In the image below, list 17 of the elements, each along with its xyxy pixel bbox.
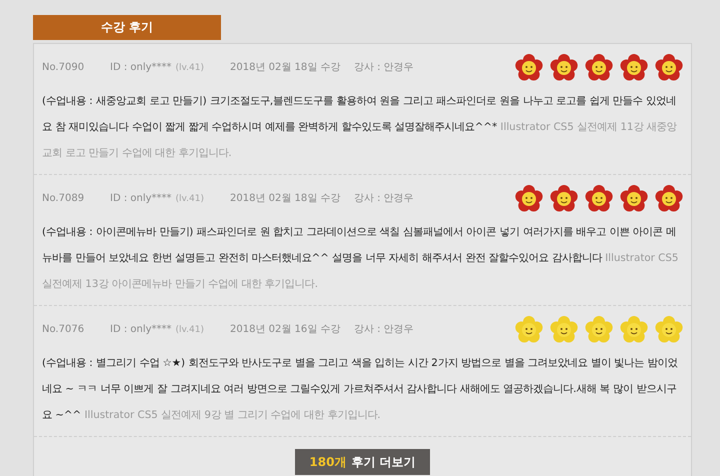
- user-id: ID : only**** (lv.41): [110, 324, 205, 334]
- instructor-name: 강사 : 안경우: [354, 61, 415, 74]
- review-text: (수업내용 : 아이콘메뉴바 만들기) 패스파인더로 원 합치고 그라데이션으로 색칠 심볼패널에서 아이콘 넣기 여러가지를 배우고 이쁜 아이콘 메뉴바를 만들어 보았네요 한번 설명듣고 완전히 마스터했네요^^ 설명을 너무 자세히 해주셔서 완전 잘할수있어요 감사합니다 Illustrator CS5 실전예제 13강 아이콘메뉴바 만들기 수업에 대한 후기입니다.: [42, 225, 680, 292]
- review-text: (수업내용 : 새중앙교회 로고 만들기) 크기조절도구,블렌드도구를 활용하여 원을 그리고 패스파인더로 원을 나누고 로고를 쉽게 만들수 있었네요 참 재미있습니다 수업이 짧게 짧게 수업하시며 예제를 완벽하게 할수있도록 설명잘해주시네요^^* Illustrator CS5 실전예제 11강 새중앙교회 로고 만들기 수업에 대한 후기입니다.: [42, 94, 678, 161]
- review-text: (수업내용 : 별그리기 수업 ☆★) 회전도구와 반사도구로 별을 그리고 색을 입히는 시간 2가지 방법으로 별을 그려보았네요 별이 빛나는 밤이었네요 ~ ㅋㅋ 너무 이쁘게 잘 그려지네요 여러 방면으로 그릴수있게 가르쳐주셔서 감사합니다 새해에도 열공하겠습니다.새해 복 많이 받으시구요 ~^^ Illustrator CS5 실전예제 9강 별 그리기 수업에 대한 후기입니다.: [42, 356, 678, 423]
- user-id: ID : only**** (lv.41): [110, 62, 205, 72]
- review-number: No.7090: [42, 62, 86, 72]
- instructor-name: 강사 : 안경우: [354, 192, 415, 205]
- user-id: ID : only**** (lv.41): [110, 192, 205, 204]
- course-date: 2018년 02월 16일 수강: [230, 323, 342, 336]
- section-tab[interactable]: 수강 후기: [33, 15, 221, 40]
- course-date: 2018년 02월 18일 수강: [230, 192, 342, 205]
- review-number: No.7089: [42, 192, 86, 204]
- review-number: No.7076: [42, 324, 86, 334]
- more-reviews-button[interactable]: 180개 후기 더보기: [295, 449, 430, 475]
- course-date: 2018년 02월 18일 수강: [230, 61, 342, 74]
- instructor-name: 강사 : 안경우: [354, 323, 415, 336]
